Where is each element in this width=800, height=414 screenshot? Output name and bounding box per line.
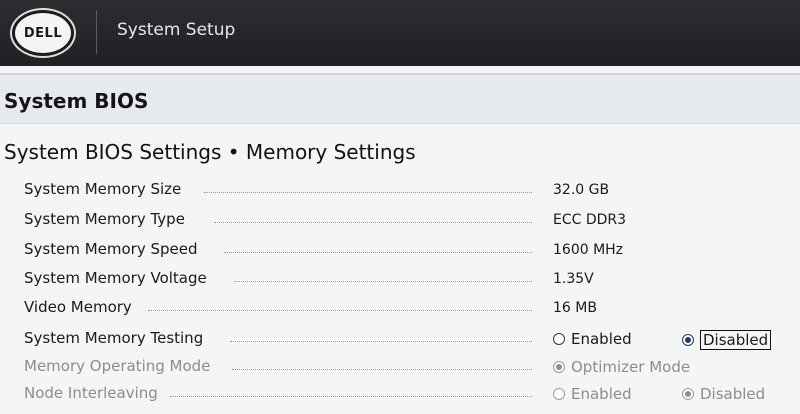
leader-line bbox=[224, 252, 532, 253]
header-divider bbox=[96, 10, 97, 54]
setting-row-memory-voltage: System Memory Voltage 1.35V bbox=[24, 267, 800, 295]
page-title: System BIOS Settings • Memory Settings bbox=[4, 140, 416, 164]
leader-line bbox=[230, 341, 532, 342]
option-label: Enabled bbox=[571, 385, 632, 403]
option-label: Enabled bbox=[571, 330, 632, 348]
radio-selected-icon bbox=[553, 361, 565, 373]
operating-mode-optimizer-option: Optimizer Mode bbox=[553, 358, 690, 376]
node-interleaving-disabled-option: Disabled bbox=[682, 385, 765, 403]
setting-label: Node Interleaving bbox=[24, 384, 158, 402]
setting-label: System Memory Speed bbox=[24, 240, 198, 258]
setting-value: 1600 MHz bbox=[553, 242, 624, 258]
setting-value: ECC DDR3 bbox=[553, 212, 627, 228]
leader-line bbox=[204, 192, 532, 193]
setting-label: System Memory Type bbox=[24, 210, 185, 228]
setting-row-node-interleaving: Node Interleaving Enabled Disabled bbox=[24, 382, 800, 410]
memory-testing-disabled-option[interactable]: Disabled bbox=[682, 330, 772, 350]
setting-row-memory-speed: System Memory Speed 1600 MHz bbox=[24, 238, 800, 266]
setting-label: Memory Operating Mode bbox=[24, 357, 211, 375]
top-bar: DELL System Setup bbox=[0, 0, 800, 66]
setting-row-memory-type: System Memory Type ECC DDR3 bbox=[24, 208, 800, 236]
leader-line bbox=[148, 310, 532, 311]
leader-line bbox=[232, 369, 532, 370]
setting-row-memory-size: System Memory Size 32.0 GB bbox=[24, 178, 800, 206]
node-interleaving-enabled-option: Enabled bbox=[553, 385, 632, 403]
setting-value: 1.35V bbox=[553, 271, 594, 287]
radio-unselected-icon bbox=[553, 388, 565, 400]
setting-value: 32.0 GB bbox=[553, 182, 610, 198]
setting-row-memory-testing: System Memory Testing Enabled Disabled bbox=[24, 327, 800, 355]
section-title: System BIOS bbox=[4, 89, 149, 113]
dell-logo: DELL bbox=[12, 10, 74, 56]
setting-label: System Memory Size bbox=[24, 180, 182, 198]
radio-selected-icon bbox=[682, 388, 694, 400]
setting-label: System Memory Voltage bbox=[24, 269, 207, 287]
radio-unselected-icon[interactable] bbox=[553, 333, 565, 345]
setting-label: System Memory Testing bbox=[24, 329, 204, 347]
option-label: Optimizer Mode bbox=[571, 358, 691, 376]
setting-label: Video Memory bbox=[24, 298, 132, 316]
setting-value: 16 MB bbox=[553, 300, 597, 316]
section-header: System BIOS bbox=[0, 73, 800, 124]
leader-line bbox=[234, 281, 532, 282]
setting-row-video-memory: Video Memory 16 MB bbox=[24, 296, 800, 324]
memory-testing-enabled-option[interactable]: Enabled bbox=[553, 330, 632, 348]
radio-selected-icon[interactable] bbox=[682, 334, 694, 346]
leader-line bbox=[214, 222, 532, 223]
option-label: Disabled bbox=[700, 385, 766, 403]
leader-line bbox=[170, 396, 532, 397]
option-label: Disabled bbox=[700, 330, 772, 350]
setting-row-memory-operating-mode: Memory Operating Mode Optimizer Mode bbox=[24, 355, 800, 383]
app-title: System Setup bbox=[117, 20, 236, 40]
logo-text: DELL bbox=[23, 25, 63, 41]
